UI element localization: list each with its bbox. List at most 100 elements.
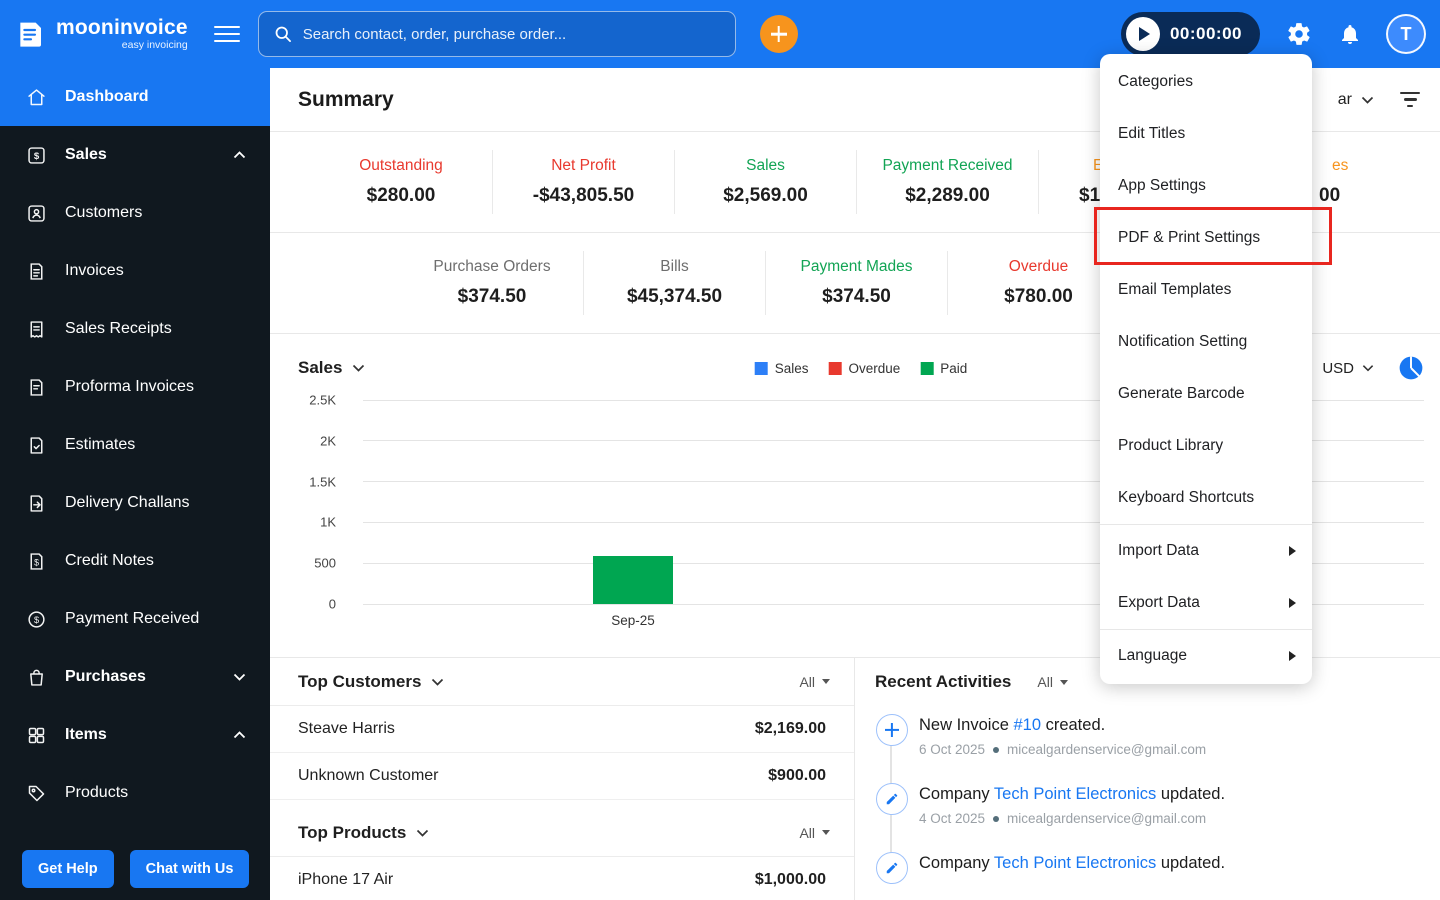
activity-link[interactable]: #10 xyxy=(1013,716,1041,734)
search-input[interactable] xyxy=(302,25,721,43)
chart-type-dropdown[interactable]: Sales xyxy=(298,358,365,378)
sidebar-item-customers[interactable]: Customers xyxy=(0,184,270,242)
menu-item-product-library[interactable]: Product Library xyxy=(1100,420,1312,472)
chevron-down-icon xyxy=(353,364,365,372)
activity-date: 4 Oct 2025 xyxy=(919,811,986,826)
currency-dropdown[interactable]: USD xyxy=(1322,360,1374,377)
items-icon xyxy=(26,725,47,746)
time-tracker-button[interactable]: 00:00:00 xyxy=(1120,12,1260,56)
menu-item-pdf-print-settings[interactable]: PDF & Print Settings xyxy=(1100,212,1312,264)
sidebar-item-payment-received[interactable]: $ Payment Received xyxy=(0,590,270,648)
menu-item-edit-titles[interactable]: Edit Titles xyxy=(1100,108,1312,160)
invoice-icon xyxy=(26,261,47,282)
sidebar-label: Purchases xyxy=(65,668,146,685)
global-search[interactable] xyxy=(257,11,736,57)
notifications-bell-icon[interactable] xyxy=(1338,22,1362,46)
menu-item-import-data[interactable]: Import Data xyxy=(1100,525,1312,577)
play-icon[interactable] xyxy=(1125,17,1160,51)
stat-outstanding: Outstanding $280.00 xyxy=(359,157,443,206)
sidebar-item-dashboard[interactable]: Dashboard xyxy=(0,68,270,126)
settings-gear-icon[interactable] xyxy=(1286,21,1312,47)
svg-text:$: $ xyxy=(34,614,39,624)
chevron-down-icon xyxy=(1362,365,1374,372)
payment-received-icon: $ xyxy=(26,609,47,630)
period-filter-label: ar xyxy=(1337,90,1352,108)
chart-x-label: Sep-25 xyxy=(611,613,655,628)
estimate-icon xyxy=(26,435,47,456)
home-icon xyxy=(26,87,47,108)
top-customers-dropdown[interactable]: Top Customers xyxy=(298,672,444,692)
top-products-dropdown[interactable]: Top Products xyxy=(298,823,429,843)
legend-item-overdue: Overdue xyxy=(828,361,900,376)
activity-email: micealgardenservice@gmail.com xyxy=(1007,811,1207,826)
chart-y-tick: 500 xyxy=(314,555,336,571)
filter-icon[interactable] xyxy=(1400,92,1420,107)
legend-swatch-sales xyxy=(754,361,768,375)
top-products-panel: Top Products All iPhone 17 Air $1,000.00 xyxy=(270,809,854,900)
sidebar-label: Products xyxy=(65,784,129,801)
purchases-icon xyxy=(26,667,47,688)
sidebar-item-proforma-invoices[interactable]: Proforma Invoices xyxy=(0,358,270,416)
menu-item-language[interactable]: Language xyxy=(1100,630,1312,682)
activity-email: micealgardenservice@gmail.com xyxy=(1007,742,1207,757)
legend-swatch-paid xyxy=(920,361,934,375)
top-products-filter-dropdown[interactable]: All xyxy=(799,825,830,841)
sidebar-label: Credit Notes xyxy=(65,552,154,569)
product-row[interactable]: iPhone 17 Air $1,000.00 xyxy=(270,857,854,900)
top-customers-filter-dropdown[interactable]: All xyxy=(799,674,830,690)
submenu-arrow-icon xyxy=(1289,546,1296,556)
chart-y-tick: 2.5K xyxy=(309,392,336,408)
menu-item-export-data[interactable]: Export Data xyxy=(1100,577,1312,629)
sidebar-label: Delivery Challans xyxy=(65,494,190,511)
stat-purchase-orders: Purchase Orders $374.50 xyxy=(433,258,551,307)
recent-activities-filter-dropdown[interactable]: All xyxy=(1037,674,1068,690)
menu-item-keyboard-shortcuts[interactable]: Keyboard Shortcuts xyxy=(1100,472,1312,524)
delivery-challan-icon xyxy=(26,493,47,514)
pie-chart-toggle-icon[interactable] xyxy=(1398,355,1424,381)
sidebar-label: Items xyxy=(65,726,107,743)
svg-text:$: $ xyxy=(34,151,40,162)
stat-sales: Sales $2,569.00 xyxy=(674,150,856,214)
left-panels: Top Customers All Steave Harris $2,169.0… xyxy=(270,658,855,900)
currency-label: USD xyxy=(1322,359,1354,377)
settings-dropdown-menu: Categories Edit Titles App Settings PDF … xyxy=(1100,54,1312,684)
sidebar-label: Sales Receipts xyxy=(65,320,172,337)
chat-with-us-button[interactable]: Chat with Us xyxy=(129,850,250,888)
sidebar-item-sales-receipts[interactable]: Sales Receipts xyxy=(0,300,270,358)
sidebar: Dashboard $ Sales Customers Invoices Sal… xyxy=(0,68,270,900)
menu-hamburger-icon[interactable] xyxy=(213,21,240,47)
sidebar-item-delivery-challans[interactable]: Delivery Challans xyxy=(0,474,270,532)
chart-legend: Sales Overdue Paid xyxy=(754,361,967,376)
stat-bills: Bills $45,374.50 xyxy=(583,251,765,315)
menu-item-notification-setting[interactable]: Notification Setting xyxy=(1100,316,1312,368)
dot-separator xyxy=(993,746,1000,753)
customer-row[interactable]: Steave Harris $2,169.00 xyxy=(270,706,854,753)
chevron-up-icon xyxy=(233,731,246,739)
app-logo: mooninvoice easy invoicing xyxy=(14,17,188,51)
customer-row[interactable]: Unknown Customer $900.00 xyxy=(270,753,854,800)
sidebar-item-estimates[interactable]: Estimates xyxy=(0,416,270,474)
sidebar-item-items[interactable]: Items xyxy=(0,706,270,764)
user-avatar[interactable]: T xyxy=(1386,14,1426,54)
menu-item-generate-barcode[interactable]: Generate Barcode xyxy=(1100,368,1312,420)
quick-add-button[interactable] xyxy=(759,15,798,53)
sidebar-item-purchases[interactable]: Purchases xyxy=(0,648,270,706)
products-tag-icon xyxy=(26,783,47,804)
period-filter-dropdown[interactable]: ar xyxy=(1338,91,1374,109)
menu-item-email-templates[interactable]: Email Templates xyxy=(1100,264,1312,316)
activity-entry: New Invoice #10 created. 6 Oct 2025 mice… xyxy=(876,714,1440,757)
menu-item-app-settings[interactable]: App Settings xyxy=(1100,160,1312,212)
sidebar-item-invoices[interactable]: Invoices xyxy=(0,242,270,300)
sidebar-label: Payment Received xyxy=(65,610,200,627)
activity-link[interactable]: Tech Point Electronics xyxy=(994,785,1156,803)
sidebar-item-sales[interactable]: $ Sales xyxy=(0,126,270,184)
brand-tagline: easy invoicing xyxy=(121,39,188,52)
activity-link[interactable]: Tech Point Electronics xyxy=(994,854,1156,872)
menu-item-categories[interactable]: Categories xyxy=(1100,56,1312,108)
get-help-button[interactable]: Get Help xyxy=(22,850,114,888)
sidebar-item-credit-notes[interactable]: $ Credit Notes xyxy=(0,532,270,590)
pencil-icon xyxy=(876,783,908,815)
sidebar-item-products[interactable]: Products xyxy=(0,764,270,822)
chevron-down-icon xyxy=(417,829,429,837)
chart-y-axis: 2.5K 2K 1.5K 1K 500 0 xyxy=(298,393,350,612)
